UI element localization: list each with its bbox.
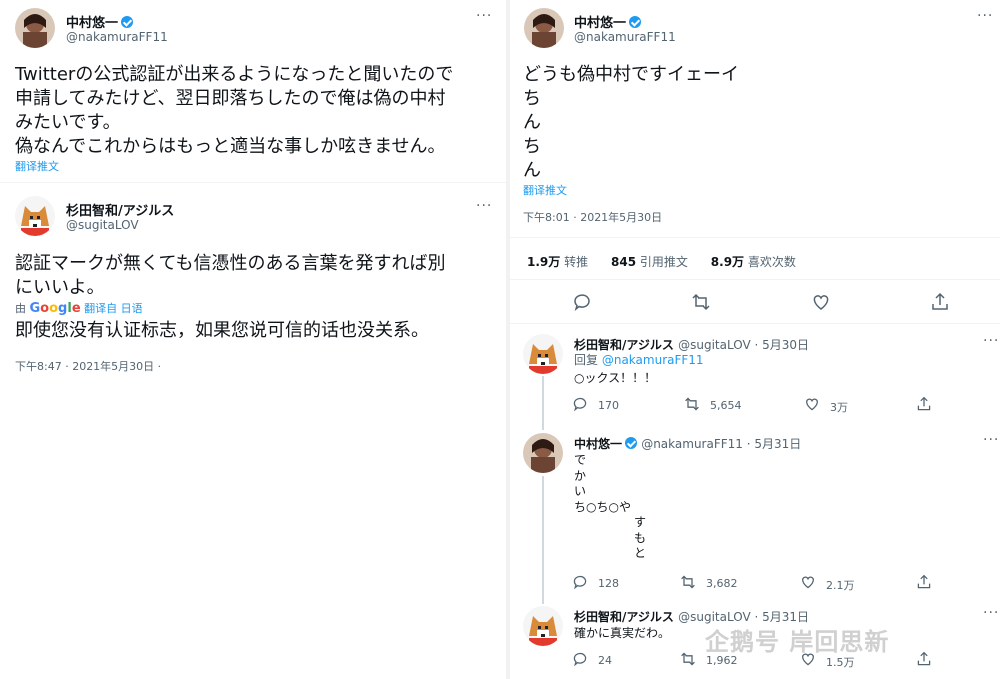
avatar-nakamura[interactable] — [523, 433, 563, 473]
retweet-icon[interactable] — [680, 651, 696, 667]
reply-count: 170 — [598, 399, 619, 412]
like-count[interactable]: 8.9万 喜欢次数 — [711, 255, 796, 269]
replying-to: 回复 @nakamuraFF11 — [574, 353, 704, 367]
thread-line — [542, 376, 544, 430]
like-count: 3万 — [830, 401, 848, 414]
author-handle[interactable]: @nakamuraFF11 — [574, 30, 676, 44]
share-icon[interactable] — [930, 292, 950, 312]
author-name: 中村悠一 — [66, 12, 134, 31]
like-count: 2.1万 — [826, 579, 855, 592]
retweet-count: 5,654 — [710, 399, 742, 412]
author-name[interactable]: 杉田智和/アジルス — [66, 200, 174, 219]
reply-author[interactable]: 中村悠一 @nakamuraFF11 · 5月31日 — [574, 435, 801, 452]
reply-author[interactable]: 杉田智和/アジルス @sugitaLOV · 5月30日 — [574, 336, 809, 353]
like-icon[interactable] — [804, 396, 820, 412]
more-icon[interactable]: ··· — [983, 333, 999, 349]
retweet-icon[interactable] — [691, 292, 711, 312]
like-icon[interactable] — [811, 292, 831, 312]
reply-icon[interactable] — [572, 574, 588, 590]
like-icon[interactable] — [800, 574, 816, 590]
author-handle[interactable]: @sugitaLOV — [66, 218, 139, 232]
tweet-timestamp[interactable]: 下午8:01 · 2021年5月30日 — [523, 209, 662, 225]
avatar-nakamura[interactable] — [15, 8, 55, 48]
avatar-nakamura[interactable] — [524, 8, 564, 48]
share-icon[interactable] — [916, 574, 932, 590]
translation-text: 即使您没有认证标志，如果您说可信的话也没关系。 — [15, 320, 429, 341]
avatar-sugita[interactable] — [523, 334, 563, 374]
reply-text: ○ックス！！！ — [574, 371, 657, 385]
left-pane: 中村悠一 @nakamuraFF11 ··· Twitterの公式認証が出来るよ… — [0, 0, 506, 679]
tweet-text: 認証マークが無くても信憑性のある言葉を発すれば別 にいいよ。 — [15, 253, 446, 298]
tweet-text: どうも偽中村ですイェーイ ち ん ち ん — [523, 64, 739, 181]
more-icon[interactable]: ··· — [983, 605, 999, 621]
avatar-sugita[interactable] — [15, 196, 55, 236]
retweet-count[interactable]: 1.9万 转推 — [527, 255, 588, 269]
translated-from-link[interactable]: 翻译自 日语 — [84, 302, 143, 315]
verified-icon — [625, 437, 638, 449]
tweet-text: Twitterの公式認証が出来るようになったと聞いたので 申請してみたけど、翌日… — [15, 64, 454, 157]
watermark: 企鹅号 岸回思新 — [705, 628, 890, 656]
author-handle[interactable]: @nakamuraFF11 — [66, 30, 168, 44]
right-pane: 中村悠一 @nakamuraFF11 ··· どうも偽中村ですイェーイ ち ん … — [510, 0, 1000, 679]
reply-text: 確かに真実だわ。 — [574, 626, 671, 640]
retweet-icon[interactable] — [684, 396, 700, 412]
reply-icon[interactable] — [572, 651, 588, 667]
reply-icon[interactable] — [572, 396, 588, 412]
translated-by: 由 Google 翻译自 日语 — [15, 301, 143, 316]
reply-count: 128 — [598, 577, 619, 590]
divider — [0, 182, 506, 183]
share-icon[interactable] — [916, 651, 932, 667]
retweet-count: 3,682 — [706, 577, 738, 590]
translate-tweet-link[interactable]: 翻译推文 — [15, 158, 59, 174]
verified-icon — [121, 16, 134, 28]
thread-line — [542, 476, 544, 604]
more-icon[interactable]: ··· — [476, 198, 492, 214]
reply-text: で か い ち○ち○や す も と — [574, 453, 647, 560]
reply-count: 24 — [598, 654, 612, 667]
tweet-timestamp[interactable]: 下午8:47 · 2021年5月30日 · — [15, 358, 161, 374]
google-logo: Google — [29, 301, 81, 316]
share-icon[interactable] — [916, 396, 932, 412]
more-icon[interactable]: ··· — [977, 8, 993, 24]
divider — [510, 279, 1000, 280]
author-name: 中村悠一 — [574, 12, 642, 31]
reply-icon[interactable] — [572, 292, 592, 312]
retweet-icon[interactable] — [680, 574, 696, 590]
quote-count[interactable]: 845 引用推文 — [611, 255, 688, 269]
divider — [510, 237, 1000, 238]
translate-tweet-link[interactable]: 翻译推文 — [523, 182, 567, 198]
more-icon[interactable]: ··· — [983, 432, 999, 448]
avatar-sugita[interactable] — [523, 606, 563, 646]
verified-icon — [629, 16, 642, 28]
divider — [510, 323, 1000, 324]
reply-to-link[interactable]: @nakamuraFF11 — [602, 353, 704, 367]
more-icon[interactable]: ··· — [476, 8, 492, 24]
tweet-stats: 1.9万 转推 845 引用推文 8.9万 喜欢次数 — [527, 253, 796, 270]
